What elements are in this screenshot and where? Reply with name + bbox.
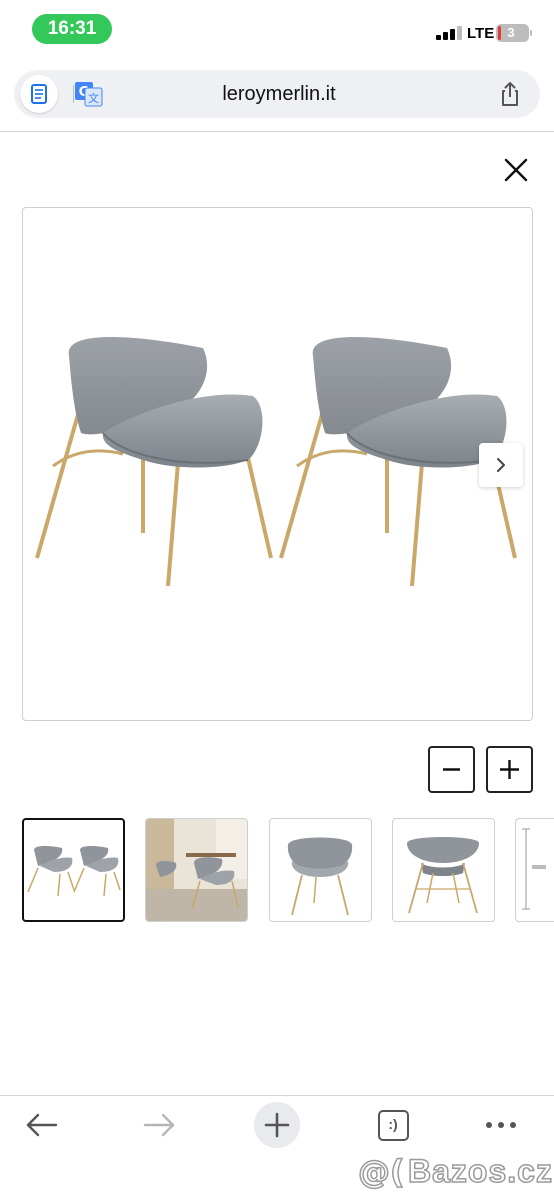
thumbnail-2[interactable] [145, 818, 248, 922]
status-time: 16:31 [32, 14, 112, 44]
svg-text:文: 文 [88, 91, 99, 105]
bazos-watermark: @ ( Bazos.cz [356, 1151, 552, 1192]
svg-text:@: @ [358, 1153, 390, 1191]
arrow-left-icon [26, 1113, 58, 1137]
thumbnail-4[interactable] [392, 818, 495, 922]
chair-left [35, 337, 273, 587]
browser-page: 16:31 LTE 3 G 文 leroymerlin.it:) @ (Ba… [0, 0, 554, 1200]
translate-button[interactable]: G 文 [74, 80, 104, 108]
close-button[interactable] [500, 154, 532, 186]
chevron-right-icon [497, 458, 505, 472]
thumbnail-image [407, 837, 479, 914]
battery-icon: 3 [496, 24, 529, 42]
share-button[interactable] [496, 80, 524, 108]
watermark-logo: @ ( [357, 1152, 405, 1192]
svg-text:(: ( [390, 1153, 405, 1191]
thumbnail-image [287, 837, 353, 916]
new-tab-button[interactable] [252, 1100, 302, 1150]
top-divider [0, 131, 554, 132]
tab-switcher-button[interactable]: :) [378, 1110, 410, 1142]
more-icon [486, 1122, 516, 1128]
more-button[interactable] [476, 1100, 526, 1150]
url-text[interactable]: leroymerlin.it [114, 70, 444, 118]
zoom-in-button[interactable] [486, 746, 533, 793]
plus-icon [500, 760, 519, 779]
translate-icon: G 文 [75, 82, 103, 107]
watermark-text: Bazos.cz [407, 1152, 553, 1190]
reader-button[interactable] [20, 75, 58, 113]
reader-icon [31, 84, 47, 104]
tabs-count: :) [388, 1116, 398, 1132]
back-button[interactable] [17, 1100, 67, 1150]
signal-icon [436, 26, 462, 40]
thumbnail-image [146, 819, 247, 921]
close-icon [504, 158, 528, 182]
battery-percent: 3 [507, 25, 515, 40]
main-product-image[interactable] [22, 207, 533, 721]
address-bar[interactable]: G 文 leroymerlin.it [14, 70, 540, 118]
product-image-chairs [35, 337, 517, 587]
thumbnail-image [27, 846, 121, 897]
status-bar: 16:31 LTE 3 [0, 0, 554, 58]
arrow-right-icon [143, 1113, 175, 1137]
thumbnail-3[interactable] [269, 818, 372, 922]
network-type: LTE [467, 25, 495, 42]
thumbnail-1[interactable] [22, 818, 125, 922]
zoom-out-button[interactable] [428, 746, 475, 793]
minus-icon [443, 768, 460, 771]
thumbnail-image [522, 828, 546, 910]
battery-cap [530, 30, 532, 36]
next-image-button[interactable] [479, 443, 523, 487]
thumbnail-5[interactable] [515, 818, 554, 922]
plus-icon [254, 1102, 300, 1148]
bottom-divider [0, 1095, 554, 1096]
forward-button[interactable] [134, 1100, 184, 1150]
share-icon [502, 82, 518, 106]
